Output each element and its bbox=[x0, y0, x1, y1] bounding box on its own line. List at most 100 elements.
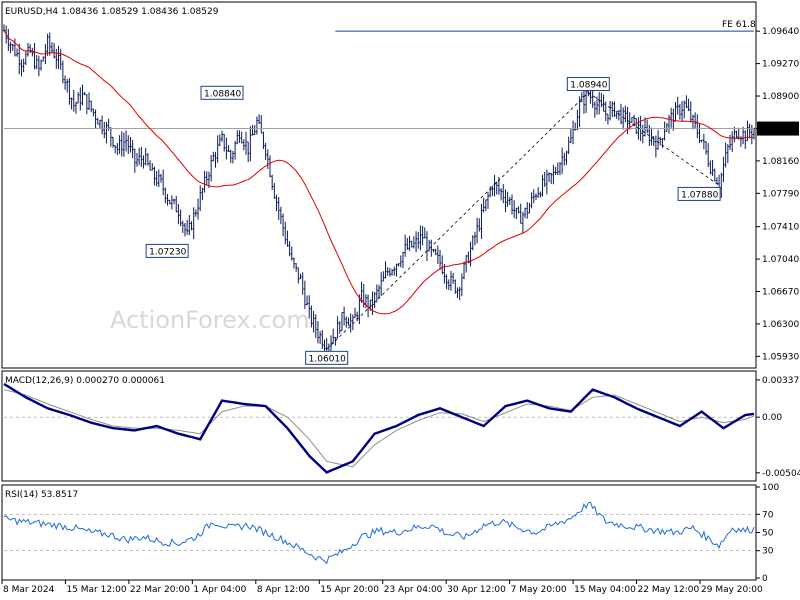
candle bbox=[685, 95, 688, 109]
candle bbox=[670, 107, 673, 128]
rsi-tick: 30 bbox=[762, 547, 774, 557]
candle bbox=[460, 273, 463, 297]
candle bbox=[166, 194, 169, 206]
candle bbox=[59, 48, 62, 70]
candle bbox=[9, 41, 12, 54]
candle bbox=[83, 92, 86, 96]
pivot-label: 1.07230 bbox=[145, 243, 189, 258]
candle bbox=[66, 78, 69, 93]
candle bbox=[292, 257, 295, 269]
time-tick: 30 Apr 12:00 bbox=[447, 585, 506, 595]
candle bbox=[199, 185, 202, 212]
candle bbox=[515, 207, 518, 220]
candle bbox=[678, 103, 681, 120]
candle bbox=[61, 60, 64, 84]
macd-title: MACD(12,26,9) 0.000270 0.000061 bbox=[5, 376, 165, 386]
candle bbox=[534, 193, 537, 201]
candle bbox=[364, 294, 367, 309]
candle bbox=[454, 279, 457, 294]
candle bbox=[221, 130, 224, 142]
candle bbox=[74, 101, 77, 114]
candle bbox=[133, 148, 136, 173]
candle bbox=[142, 155, 145, 169]
candle bbox=[310, 305, 313, 328]
candle bbox=[561, 147, 564, 175]
macd-tick: -0.00504 bbox=[762, 469, 800, 479]
candle bbox=[399, 255, 402, 268]
candle bbox=[484, 199, 487, 212]
candle bbox=[393, 266, 396, 276]
candle bbox=[92, 108, 95, 117]
candle bbox=[240, 131, 243, 144]
candle bbox=[343, 306, 346, 326]
moving-average-line bbox=[3, 30, 755, 315]
candle bbox=[72, 89, 75, 112]
candle bbox=[700, 139, 703, 143]
candle bbox=[155, 170, 158, 187]
candle bbox=[574, 122, 577, 131]
candle bbox=[319, 331, 322, 344]
candle bbox=[153, 166, 156, 186]
candle bbox=[253, 125, 256, 136]
rsi-panel-frame bbox=[1, 484, 757, 581]
time-tick: 22 Mar 20:00 bbox=[130, 585, 190, 595]
candle bbox=[64, 75, 67, 90]
macd-tick: 0.003375 bbox=[762, 376, 800, 386]
candle bbox=[635, 117, 638, 135]
candle bbox=[458, 286, 461, 301]
candle bbox=[16, 48, 19, 57]
candle bbox=[7, 29, 10, 52]
candle bbox=[31, 47, 34, 57]
candle bbox=[340, 312, 343, 332]
candle bbox=[681, 101, 684, 122]
candle bbox=[168, 199, 171, 205]
candle bbox=[569, 127, 572, 143]
candle bbox=[149, 160, 152, 171]
pivot-label-text: 1.06010 bbox=[309, 354, 346, 364]
candle bbox=[487, 192, 490, 209]
candle bbox=[744, 130, 747, 149]
candle bbox=[103, 122, 106, 139]
candle bbox=[513, 200, 516, 219]
candle bbox=[528, 202, 531, 214]
chart-canvas: ActionForex.com FE 61.8 1.08840 1.07230 1.0… bbox=[1, 1, 800, 595]
macd-tick: 0.00 bbox=[762, 413, 782, 423]
candle bbox=[611, 101, 614, 118]
time-tick: 15 Apr 20:00 bbox=[320, 585, 379, 595]
candle bbox=[709, 160, 712, 175]
pivot-label: 1.08840 bbox=[200, 85, 244, 100]
candle bbox=[290, 246, 293, 261]
candle bbox=[657, 130, 660, 150]
candle bbox=[476, 217, 479, 244]
candle bbox=[430, 239, 433, 257]
candle bbox=[127, 135, 130, 154]
candle bbox=[510, 194, 513, 215]
candle bbox=[380, 272, 383, 296]
candle bbox=[687, 98, 690, 112]
candle bbox=[537, 187, 540, 198]
candle bbox=[22, 58, 25, 73]
price-tick: 1.06300 bbox=[762, 320, 799, 330]
pivot-label: 1.07880 bbox=[677, 186, 721, 201]
candle bbox=[580, 92, 583, 103]
candle bbox=[524, 207, 527, 219]
candle bbox=[445, 274, 448, 290]
candle bbox=[260, 115, 263, 134]
candle bbox=[375, 284, 378, 303]
candle bbox=[674, 101, 677, 122]
candle bbox=[109, 127, 112, 147]
candle bbox=[98, 119, 101, 129]
candle bbox=[203, 170, 206, 193]
candle bbox=[432, 248, 435, 253]
candle bbox=[659, 136, 662, 146]
candle bbox=[519, 203, 522, 224]
candle bbox=[225, 137, 228, 160]
candle bbox=[641, 124, 644, 144]
macd-series-line bbox=[3, 382, 755, 474]
rsi-tick: 100 bbox=[762, 483, 779, 493]
candle bbox=[412, 236, 415, 249]
time-tick: 8 Apr 12:00 bbox=[257, 585, 310, 595]
candle bbox=[676, 96, 679, 115]
price-tick: 1.08160 bbox=[762, 157, 799, 167]
candle bbox=[447, 279, 450, 290]
